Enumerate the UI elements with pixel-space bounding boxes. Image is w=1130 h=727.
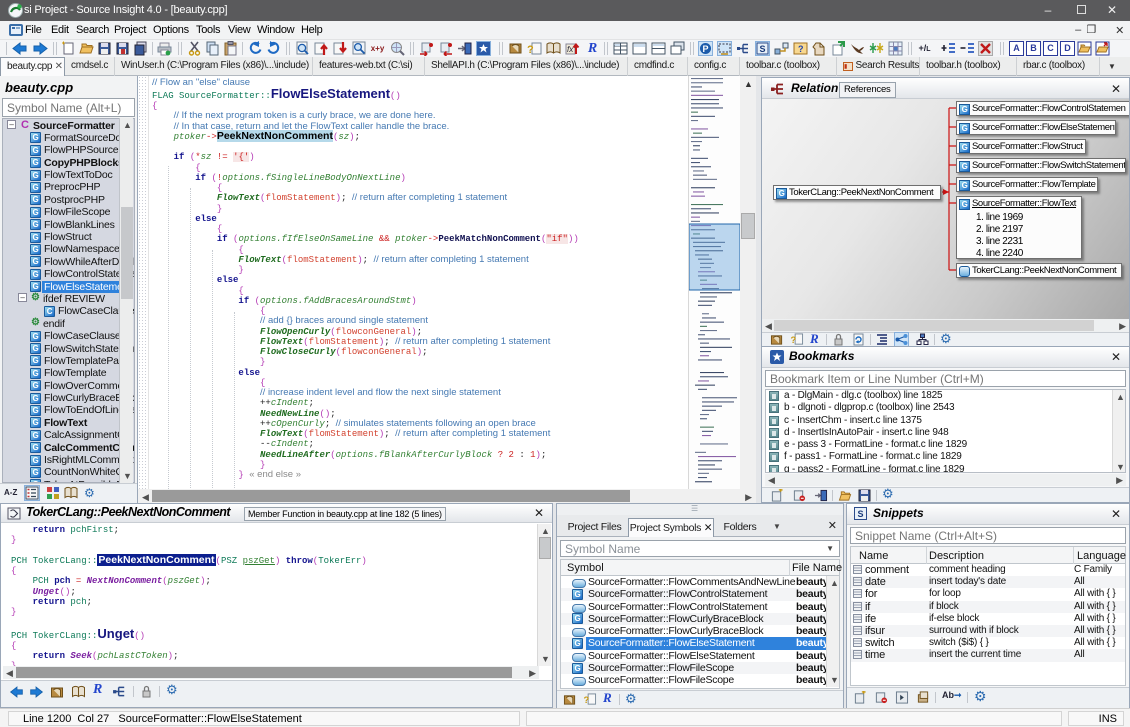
svg-text:S: S [858, 509, 864, 519]
svg-text:?: ? [798, 44, 804, 54]
svg-text:P: P [703, 44, 709, 54]
svg-text:?: ? [527, 44, 534, 56]
svg-text:S: S [760, 44, 766, 54]
svg-text:?: ? [791, 335, 797, 345]
svg-text:?: ? [584, 695, 590, 705]
svg-text:fx: fx [567, 45, 574, 54]
